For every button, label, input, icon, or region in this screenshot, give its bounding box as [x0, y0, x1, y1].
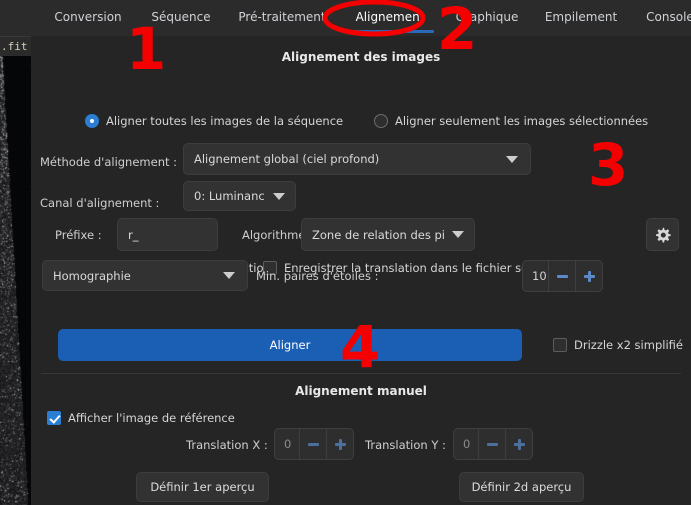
- chevron-down-icon: [506, 155, 518, 163]
- radio-align-all-label: Aligner toutes les images de la séquence: [106, 114, 344, 128]
- checkbox-indicator-drizzle: [553, 338, 567, 352]
- go-register-button[interactable]: Aligner: [58, 329, 522, 361]
- image-preview-strip: .fit: [0, 0, 31, 505]
- radio-indicator-selected: [374, 114, 388, 128]
- starfield-image: [0, 56, 31, 505]
- min-star-pairs-spinner[interactable]: 10: [522, 260, 603, 292]
- transformation-combobox[interactable]: Homographie: [42, 260, 248, 291]
- tab-empilement-label: Empilement: [544, 10, 618, 24]
- channel-label: Canal d'alignement :: [40, 196, 160, 210]
- registration-section-title: Alignement des images: [281, 50, 441, 64]
- checkbox-show-reference-label: Afficher l'image de référence: [68, 411, 235, 425]
- chevron-down-icon: [452, 231, 464, 238]
- prefix-input[interactable]: [117, 218, 218, 251]
- translation-y-value: 0: [463, 437, 471, 451]
- tab-graphique-label: Graphique: [455, 10, 519, 24]
- tab-empilement[interactable]: Empilement: [532, 0, 630, 36]
- translation-x-decrement[interactable]: [299, 429, 326, 459]
- preview-filename-label: .fit: [1, 40, 28, 53]
- min-star-pairs-value: 10: [532, 269, 547, 283]
- registration-settings-button[interactable]: [646, 218, 679, 251]
- tab-conversion[interactable]: Conversion: [40, 0, 136, 36]
- algorithm-combobox[interactable]: Zone de relation des pixels: [301, 218, 475, 251]
- method-combobox[interactable]: Alignement global (ciel profond): [183, 143, 531, 175]
- translation-y-spinner[interactable]: 0: [453, 428, 533, 460]
- active-tab-indicator: [346, 30, 434, 33]
- checkbox-drizzle-label: Drizzle x2 simplifié: [574, 338, 683, 352]
- alignment-panel: Alignement des images Aligner toutes les…: [31, 36, 691, 505]
- set-first-preview-button[interactable]: Définir 1er aperçu: [136, 472, 269, 502]
- chevron-down-icon: [273, 192, 285, 200]
- translation-x-label: Translation X :: [186, 438, 268, 452]
- min-star-pairs-increment[interactable]: [575, 261, 602, 291]
- method-combobox-value: Alignement global (ciel profond): [194, 152, 380, 166]
- tab-console[interactable]: Console: [630, 0, 691, 36]
- checkbox-drizzle[interactable]: Drizzle x2 simplifié: [553, 338, 683, 352]
- transformation-combobox-value: Homographie: [53, 268, 131, 283]
- strip-divider: [0, 36, 31, 37]
- translation-y-increment[interactable]: [505, 429, 532, 459]
- translation-x-spinner[interactable]: 0: [274, 428, 354, 460]
- tab-alignement-label: Alignement: [355, 10, 425, 24]
- set-first-preview-label: Définir 1er aperçu: [150, 480, 255, 494]
- method-label: Méthode d'alignement :: [40, 155, 178, 169]
- translation-y-decrement[interactable]: [478, 429, 505, 459]
- radio-align-selected-images[interactable]: Aligner seulement les images sélectionné…: [374, 114, 648, 128]
- prefix-label: Préfixe :: [55, 228, 102, 242]
- tab-bar: Conversion Séquence Pré-traitement Align…: [31, 0, 691, 37]
- min-star-pairs-decrement[interactable]: [548, 261, 575, 291]
- tab-sequence-label: Séquence: [151, 10, 211, 24]
- radio-indicator-all: [85, 114, 99, 128]
- tab-pretraitement[interactable]: Pré-traitement: [226, 0, 338, 36]
- min-star-pairs-label: Min. paires d'étoiles :: [256, 269, 379, 283]
- tab-alignement[interactable]: Alignement: [338, 0, 442, 36]
- tab-pretraitement-label: Pré-traitement: [238, 10, 326, 24]
- tab-console-label: Console: [646, 10, 691, 24]
- checkbox-show-reference-image[interactable]: Afficher l'image de référence: [47, 411, 235, 425]
- channel-combobox[interactable]: 0: Luminance: [183, 181, 296, 211]
- starfield-canvas: [0, 56, 31, 505]
- main-panel: Conversion Séquence Pré-traitement Align…: [31, 0, 691, 505]
- channel-combobox-value: 0: Luminance: [194, 189, 265, 203]
- algorithm-combobox-value: Zone de relation des pixels: [312, 227, 444, 242]
- section-divider: [41, 373, 681, 374]
- tab-sequence[interactable]: Séquence: [136, 0, 226, 36]
- chevron-down-icon: [223, 272, 235, 279]
- tab-conversion-label: Conversion: [54, 10, 122, 24]
- set-second-preview-label: Définir 2d aperçu: [471, 480, 572, 494]
- translation-x-increment[interactable]: [326, 429, 353, 459]
- translation-y-label: Translation Y :: [365, 438, 446, 452]
- radio-align-selected-label: Aligner seulement les images sélectionné…: [395, 114, 649, 128]
- go-register-label: Aligner: [269, 338, 311, 352]
- set-second-preview-button[interactable]: Définir 2d aperçu: [459, 472, 584, 502]
- radio-align-all-images[interactable]: Aligner toutes les images de la séquence: [85, 114, 343, 128]
- checkbox-indicator-show-reference: [47, 411, 61, 425]
- translation-x-value: 0: [284, 437, 292, 451]
- manual-section-title: Alignement manuel: [295, 384, 427, 398]
- tab-graphique[interactable]: Graphique: [442, 0, 532, 36]
- gear-icon: [655, 227, 671, 242]
